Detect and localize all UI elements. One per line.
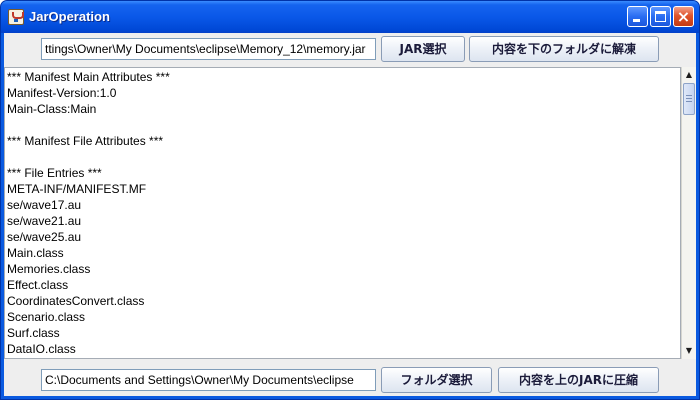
select-jar-button[interactable]: JAR選択 xyxy=(381,36,465,62)
content-line: *** File Entries *** xyxy=(7,166,102,180)
vertical-scrollbar[interactable]: ▲ ▼ xyxy=(681,67,696,359)
maximize-icon xyxy=(655,11,666,22)
window-title: JarOperation xyxy=(29,9,110,24)
close-button[interactable]: × xyxy=(673,6,694,27)
content-line: CoordinatesConvert.class xyxy=(7,294,145,308)
java-cup-icon[interactable] xyxy=(8,9,24,25)
content-line: Main-Class:Main xyxy=(7,102,97,116)
content-line: Scenario.class xyxy=(7,310,86,324)
client-area: ttings\Owner\My Documents\eclipse\Memory… xyxy=(4,33,696,396)
jar-path-field[interactable]: ttings\Owner\My Documents\eclipse\Memory… xyxy=(41,38,376,60)
content-line: META-INF/MANIFEST.MF xyxy=(7,182,147,196)
scroll-down-arrow-icon[interactable]: ▼ xyxy=(682,343,696,358)
grip-line xyxy=(686,95,692,96)
folder-path-field[interactable]: C:\Documents and Settings\Owner\My Docum… xyxy=(41,369,376,391)
content-line: se/wave25.au xyxy=(7,230,82,244)
content-line: Main.class xyxy=(7,246,64,260)
grip-line xyxy=(686,101,692,102)
content-line: Surf.class xyxy=(7,326,60,340)
close-icon: × xyxy=(676,7,691,26)
minimize-button[interactable] xyxy=(627,6,648,27)
jar-contents-lines: *** Manifest Main Attributes *** Manifest… xyxy=(7,69,170,357)
title-bar[interactable]: JarOperation × xyxy=(1,1,699,33)
minimize-icon xyxy=(633,19,640,22)
content-line: se/wave21.au xyxy=(7,214,82,228)
compress-to-jar-button[interactable]: 内容を上のJARに圧縮 xyxy=(498,367,659,393)
content-line: Effect.class xyxy=(7,278,69,292)
content-line: *** Manifest Main Attributes *** xyxy=(7,70,170,84)
content-line: *** Manifest File Attributes *** xyxy=(7,134,164,148)
content-line: Manifest-Version:1.0 xyxy=(7,86,117,100)
content-line xyxy=(7,149,170,165)
content-line xyxy=(7,117,170,133)
content-line: Memories.class xyxy=(7,262,91,276)
app-window: JarOperation × ttings\Owner\My Documents… xyxy=(0,0,700,400)
extract-to-folder-button[interactable]: 内容を下のフォルダに解凍 xyxy=(469,36,659,62)
maximize-button[interactable] xyxy=(650,6,671,27)
scroll-up-arrow-icon[interactable]: ▲ xyxy=(682,67,696,82)
select-folder-button[interactable]: フォルダ選択 xyxy=(381,367,492,393)
grip-line xyxy=(686,98,692,99)
content-line: DataIO.class xyxy=(7,342,76,356)
content-line: se/wave17.au xyxy=(7,198,82,212)
jar-contents-textarea[interactable]: *** Manifest Main Attributes *** Manifest… xyxy=(4,67,681,359)
scrollbar-thumb[interactable] xyxy=(683,83,695,115)
